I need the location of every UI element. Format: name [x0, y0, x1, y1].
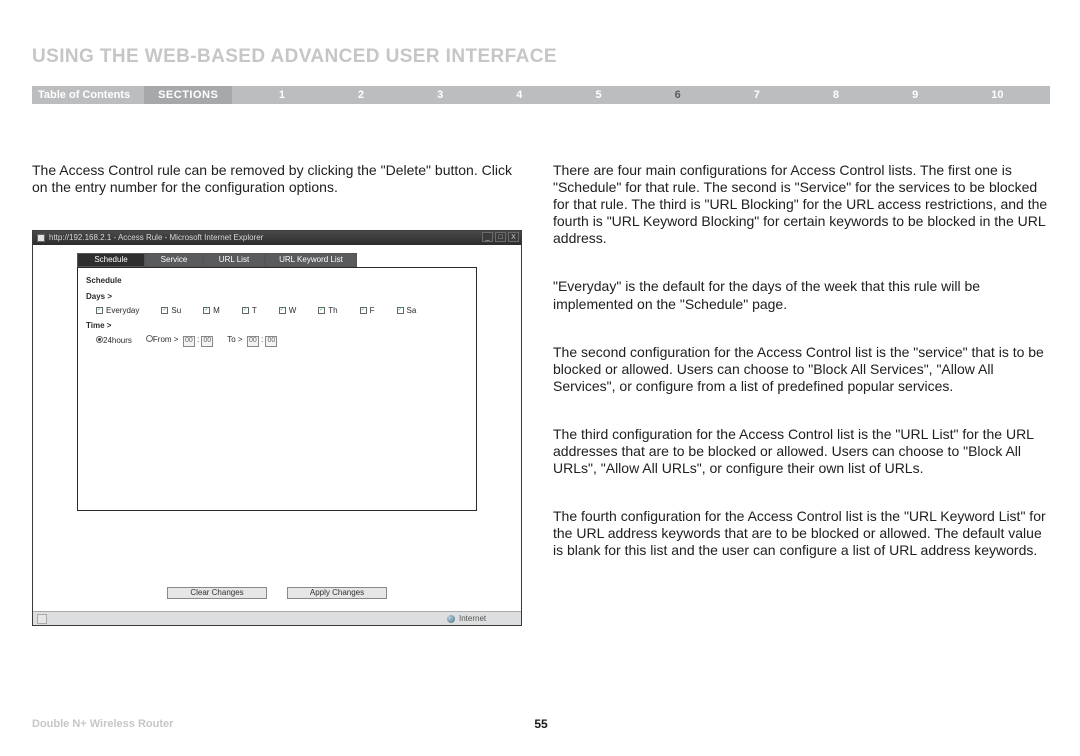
apply-changes-button[interactable]: Apply Changes — [287, 587, 387, 599]
ie-page-icon — [37, 234, 45, 242]
checkbox-t[interactable] — [242, 307, 249, 314]
radio-24hours[interactable] — [96, 336, 103, 343]
schedule-panel: Schedule Days > Everyday Su M T W Th F S… — [77, 267, 477, 511]
checkbox-everyday[interactable] — [96, 307, 103, 314]
checkbox-m[interactable] — [203, 307, 210, 314]
section-link-7[interactable]: 7 — [754, 89, 760, 101]
days-label: Days > — [86, 292, 468, 302]
to-hour-select[interactable]: 00 — [247, 336, 259, 347]
day-sa: Sa — [407, 306, 417, 316]
checkbox-sa[interactable] — [397, 307, 404, 314]
status-bar: Internet — [33, 611, 521, 625]
section-link-10[interactable]: 10 — [991, 89, 1003, 101]
right-paragraph-5: The fourth configuration for the Access … — [553, 508, 1050, 559]
left-paragraph-1: The Access Control rule can be removed b… — [32, 162, 529, 196]
toc-link[interactable]: Table of Contents — [32, 89, 144, 101]
checkbox-f[interactable] — [360, 307, 367, 314]
section-numbers: 1 2 3 4 5 6 7 8 9 10 — [232, 89, 1050, 101]
tab-strip: Schedule Service URL List URL Keyword Li… — [77, 253, 503, 267]
statusbar-icon — [37, 614, 47, 624]
window-close-button[interactable]: X — [508, 232, 519, 242]
tab-schedule[interactable]: Schedule — [77, 253, 145, 267]
section-link-4[interactable]: 4 — [516, 89, 522, 101]
right-paragraph-2: "Everyday" is the default for the days o… — [553, 278, 1050, 312]
time-label: Time > — [86, 321, 468, 331]
internet-zone-icon — [447, 615, 455, 623]
checkbox-w[interactable] — [279, 307, 286, 314]
tab-url-list[interactable]: URL List — [203, 253, 265, 267]
footer: Double N+ Wireless Router 55 — [32, 718, 1050, 730]
to-min-select[interactable]: 00 — [265, 336, 277, 347]
day-everyday: Everyday — [106, 306, 139, 316]
day-su: Su — [171, 306, 181, 316]
page-title: USING THE WEB-BASED ADVANCED USER INTERF… — [32, 46, 1050, 68]
section-link-2[interactable]: 2 — [358, 89, 364, 101]
section-link-3[interactable]: 3 — [437, 89, 443, 101]
checkbox-th[interactable] — [318, 307, 325, 314]
right-column: There are four main configurations for A… — [553, 162, 1050, 626]
to-label: To > — [227, 335, 242, 344]
from-label: From > — [153, 335, 179, 344]
window-minimize-button[interactable]: _ — [482, 232, 493, 242]
right-paragraph-4: The third configuration for the Access C… — [553, 426, 1050, 477]
window-title: http://192.168.2.1 - Access Rule - Micro… — [49, 233, 263, 243]
window-titlebar: http://192.168.2.1 - Access Rule - Micro… — [33, 231, 521, 245]
day-w: W — [289, 306, 297, 316]
day-t: T — [252, 306, 257, 316]
left-column: The Access Control rule can be removed b… — [32, 162, 529, 626]
section-link-6[interactable]: 6 — [675, 89, 681, 101]
checkbox-su[interactable] — [161, 307, 168, 314]
from-hour-select[interactable]: 00 — [183, 336, 195, 347]
tab-service[interactable]: Service — [145, 253, 203, 267]
section-link-1[interactable]: 1 — [279, 89, 285, 101]
nav-bar: Table of Contents SECTIONS 1 2 3 4 5 6 7… — [32, 86, 1050, 104]
screenshot-window: http://192.168.2.1 - Access Rule - Micro… — [32, 230, 522, 626]
day-f: F — [370, 306, 375, 316]
internet-zone-label: Internet — [459, 614, 486, 624]
section-link-5[interactable]: 5 — [595, 89, 601, 101]
day-m: M — [213, 306, 220, 316]
day-th: Th — [328, 306, 337, 316]
section-link-8[interactable]: 8 — [833, 89, 839, 101]
tab-url-keyword-list[interactable]: URL Keyword List — [265, 253, 357, 267]
page-number: 55 — [534, 717, 547, 731]
clear-changes-button[interactable]: Clear Changes — [167, 587, 267, 599]
section-link-9[interactable]: 9 — [912, 89, 918, 101]
product-name: Double N+ Wireless Router — [32, 718, 173, 730]
right-paragraph-3: The second configuration for the Access … — [553, 344, 1050, 395]
panel-heading: Schedule — [86, 276, 468, 286]
time-24hours: 24hours — [103, 336, 132, 345]
from-min-select[interactable]: 00 — [201, 336, 213, 347]
right-paragraph-1: There are four main configurations for A… — [553, 162, 1050, 247]
radio-from[interactable] — [146, 335, 153, 342]
sections-label: SECTIONS — [144, 86, 232, 104]
window-maximize-button[interactable]: □ — [495, 232, 506, 242]
